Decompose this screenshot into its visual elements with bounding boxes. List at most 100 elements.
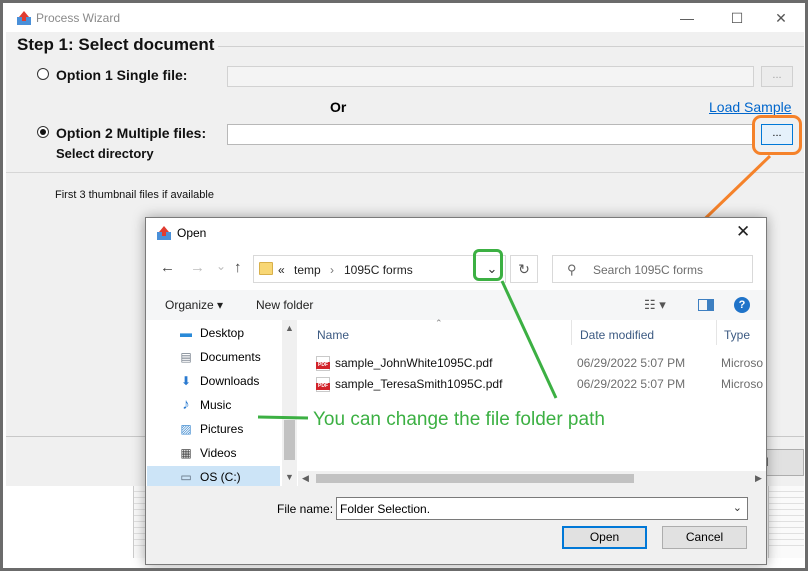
change-view-icon[interactable]: ☷ ▾	[644, 297, 666, 313]
nav-item-label: Downloads	[200, 374, 260, 388]
annotation-text: You can change the file folder path	[313, 409, 605, 430]
dialog-titlebar: Open ✕	[146, 218, 766, 248]
file-name-dropdown-icon[interactable]: ⌄	[733, 501, 742, 514]
nav-item-desktop[interactable]: ▬ Desktop	[178, 322, 296, 344]
file-date: 06/29/2022 5:07 PM	[577, 377, 686, 391]
thumbnail-note: First 3 thumbnail files if available	[55, 189, 214, 201]
navigation-pane: ▬ Desktop ▤ Documents ⬇ Downloads ♪ Musi…	[146, 320, 298, 488]
forward-icon[interactable]: →	[190, 259, 205, 276]
address-bar[interactable]: « temp › 1095C forms ⌄	[253, 255, 506, 283]
music-icon: ♪	[182, 396, 190, 413]
breadcrumb-separator: ›	[330, 263, 334, 277]
scroll-right-icon[interactable]: ▶	[751, 473, 766, 484]
desktop-icon: ▬	[180, 326, 192, 340]
up-folder-icon[interactable]: ↑	[234, 259, 242, 276]
breadcrumb-1095c-forms[interactable]: 1095C forms	[344, 263, 413, 277]
minimize-icon[interactable]: —	[664, 4, 710, 32]
nav-item-documents[interactable]: ▤ Documents	[178, 346, 296, 368]
address-dropdown-highlight-box	[473, 249, 503, 281]
nav-pane-scrollbar[interactable]: ▲ ▼	[282, 320, 297, 486]
nav-item-label: Videos	[200, 446, 237, 460]
nav-item-label: Desktop	[200, 326, 245, 340]
back-icon[interactable]: ←	[160, 259, 175, 276]
file-row[interactable]: sample_JohnWhite1095C.pdf 06/29/2022 5:0…	[316, 353, 766, 373]
nav-item-label: Documents	[200, 350, 261, 364]
or-label: Or	[330, 99, 347, 115]
pdf-file-icon	[316, 377, 330, 392]
option2-radio[interactable]	[37, 126, 49, 138]
scrollbar-thumb[interactable]	[284, 420, 295, 460]
refresh-icon[interactable]: ↻	[510, 255, 538, 283]
single-file-path-field	[227, 66, 754, 87]
column-separator[interactable]	[716, 320, 717, 345]
dialog-app-icon	[157, 226, 171, 240]
nav-item-videos[interactable]: ▦ Videos	[178, 442, 296, 464]
pdf-file-icon	[316, 356, 330, 371]
file-name-value: Folder Selection.	[340, 502, 431, 516]
search-placeholder: Search 1095C forms	[593, 263, 704, 277]
file-date: 06/29/2022 5:07 PM	[577, 356, 686, 370]
step-title: Step 1: Select document	[17, 35, 215, 54]
recent-locations-icon[interactable]: ⌄	[216, 259, 226, 273]
option2-sublabel: Select directory	[56, 146, 154, 161]
search-icon: ⚲	[567, 262, 577, 277]
column-header-type[interactable]: Type	[724, 325, 750, 345]
documents-icon: ▤	[180, 350, 192, 364]
section-divider	[6, 172, 804, 173]
file-list-pane: ⌃ Name Date modified Type sample_JohnWhi…	[298, 318, 766, 486]
file-name-label: File name:	[277, 502, 334, 516]
scroll-left-icon[interactable]: ◀	[298, 473, 313, 484]
pictures-icon: ▨	[180, 422, 192, 436]
column-header-date[interactable]: Date modified	[580, 325, 654, 345]
scroll-down-icon[interactable]: ▼	[282, 472, 297, 482]
folder-icon	[259, 262, 273, 275]
maximize-icon[interactable]: ☐	[714, 4, 760, 32]
option1-label: Option 1 Single file:	[56, 67, 188, 83]
navigation-bar: ← → ⌄ ↑ « temp › 1095C forms ⌄ ↻ ⚲ Searc…	[146, 248, 766, 290]
organize-menu[interactable]: Organize ▾	[165, 298, 223, 312]
nav-item-label: Pictures	[200, 422, 244, 436]
file-type: Microso	[721, 356, 763, 370]
app-icon	[17, 11, 31, 25]
cancel-button[interactable]: Cancel	[662, 526, 747, 549]
search-input[interactable]: ⚲ Search 1095C forms	[552, 255, 753, 283]
drive-icon: ▭	[180, 470, 192, 484]
downloads-icon: ⬇	[180, 374, 192, 388]
option1-radio[interactable]	[37, 68, 49, 80]
sort-ascending-icon: ⌃	[435, 318, 443, 328]
dialog-close-icon[interactable]: ✕	[736, 222, 750, 242]
preview-pane-icon[interactable]	[698, 299, 714, 311]
wizard-title: Process Wizard	[36, 11, 121, 25]
nav-item-downloads[interactable]: ⬇ Downloads	[178, 370, 296, 392]
nav-item-os-c[interactable]: ▭ OS (C:)	[147, 466, 280, 488]
new-folder-button[interactable]: New folder	[256, 298, 313, 312]
close-icon[interactable]: ✕	[758, 4, 804, 32]
step-divider	[218, 46, 804, 47]
dialog-title: Open	[177, 226, 207, 240]
address-overflow[interactable]: «	[278, 263, 285, 277]
wizard-titlebar: Process Wizard — ☐ ✕	[6, 4, 804, 32]
help-icon[interactable]: ?	[734, 297, 750, 313]
column-separator[interactable]	[571, 320, 572, 345]
file-list-hscrollbar[interactable]: ◀ ▶	[298, 471, 766, 486]
scroll-up-icon[interactable]: ▲	[282, 323, 297, 333]
open-button[interactable]: Open	[562, 526, 647, 549]
nav-item-label: Music	[200, 398, 232, 412]
file-row[interactable]: sample_TeresaSmith1095C.pdf 06/29/2022 5…	[316, 374, 766, 394]
single-file-browse-button: ...	[761, 66, 793, 87]
nav-item-music[interactable]: ♪ Music	[178, 394, 296, 416]
file-name: sample_JohnWhite1095C.pdf	[335, 356, 493, 370]
nav-item-pictures[interactable]: ▨ Pictures	[178, 418, 296, 440]
file-name-field[interactable]: Folder Selection. ⌄	[336, 497, 748, 520]
dialog-bottom-area: File name: Folder Selection. ⌄ Open Canc…	[146, 486, 766, 564]
file-name: sample_TeresaSmith1095C.pdf	[335, 377, 503, 391]
open-file-dialog: Open ✕ ← → ⌄ ↑ « temp › 1095C forms ⌄ ↻ …	[145, 217, 767, 565]
thumbnail-preview-2	[768, 486, 804, 558]
breadcrumb-temp[interactable]: temp	[294, 263, 321, 277]
nav-item-label: OS (C:)	[200, 470, 241, 484]
load-sample-link[interactable]: Load Sample	[709, 99, 792, 115]
hscrollbar-thumb[interactable]	[316, 474, 634, 483]
videos-icon: ▦	[180, 446, 192, 460]
directory-path-field[interactable]	[227, 124, 754, 145]
column-header-name[interactable]: Name	[317, 325, 349, 345]
